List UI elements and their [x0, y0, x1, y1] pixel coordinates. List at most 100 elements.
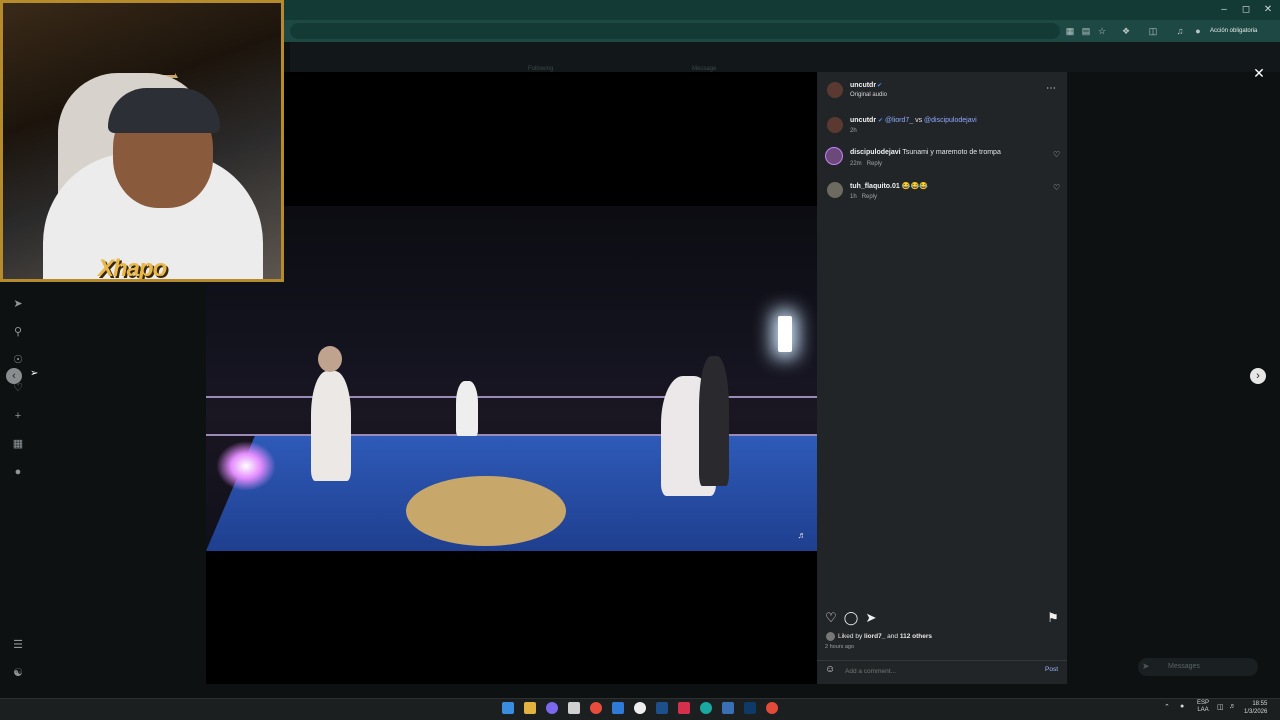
obs-icon[interactable]: [634, 702, 646, 714]
browser-alt-icon[interactable]: [766, 702, 778, 714]
steam-icon[interactable]: [656, 702, 668, 714]
author-avatar[interactable]: [827, 82, 843, 98]
volume-icon[interactable]: ♬: [1229, 703, 1236, 710]
likes-and: and: [887, 633, 899, 640]
mention-liord7[interactable]: @liord7_: [885, 117, 913, 124]
add-comment-input[interactable]: [845, 666, 1025, 676]
likes-others[interactable]: 112 others: [900, 633, 932, 640]
edge-icon[interactable]: [700, 702, 712, 714]
comment-text: Tsunami y maremoto de trompa: [902, 149, 1001, 156]
post-time: 2 hours ago: [825, 644, 855, 650]
messages-icon: ➤: [1142, 661, 1150, 671]
webcam-overlay: Xhapo: [0, 0, 284, 282]
streamer-cap: [108, 88, 220, 133]
translate-icon[interactable]: ▦: [1063, 25, 1077, 37]
next-post-button[interactable]: ›: [1250, 368, 1266, 384]
audio-label[interactable]: Original audio: [850, 92, 887, 98]
webcam-logo: Xhapo: [98, 255, 167, 282]
liker-avatar[interactable]: [826, 632, 835, 641]
dimmed-header: [290, 42, 1280, 72]
caption-username[interactable]: uncutdr: [850, 117, 876, 124]
stage-light: [216, 441, 276, 491]
liker-username[interactable]: liord7_: [864, 633, 885, 640]
extensions-icon[interactable]: ❖: [1119, 25, 1133, 37]
side-panel-icon[interactable]: ◫: [1146, 25, 1160, 37]
chrome-icon[interactable]: [590, 702, 602, 714]
app-icon[interactable]: [678, 702, 690, 714]
action-required-button[interactable]: Acción obligatoria: [1210, 24, 1276, 38]
search-icon[interactable]: ⚲: [10, 325, 26, 339]
video-frame: [206, 206, 817, 551]
wall-decor: [108, 18, 178, 78]
messages-button[interactable]: Messages: [1138, 658, 1258, 676]
comment-avatar[interactable]: [825, 147, 843, 165]
comment-avatar[interactable]: [827, 182, 843, 198]
like-comment-icon[interactable]: ♡: [1053, 150, 1060, 159]
clock-date: 1/3/2026: [1244, 709, 1268, 715]
boxer-left: [311, 371, 351, 481]
store-icon[interactable]: [568, 702, 580, 714]
ring-logo: [406, 476, 566, 546]
comment-time: 1h: [850, 194, 857, 200]
mute-icon[interactable]: ♬: [794, 530, 810, 544]
author-username[interactable]: uncutdr: [850, 82, 876, 89]
mention-discipulodejavi[interactable]: @discipulodejavi: [924, 117, 977, 124]
share-icon[interactable]: ➤: [863, 610, 879, 626]
file-explorer-icon[interactable]: [524, 702, 536, 714]
likes-prefix: Liked by: [838, 633, 863, 640]
profile-avatar-icon[interactable]: ●: [1191, 25, 1205, 37]
emoji-icon[interactable]: ☺: [825, 664, 835, 675]
menu-icon[interactable]: ☰: [10, 638, 26, 652]
comment-text: 😂😂😂: [901, 183, 928, 190]
caption-line: uncutdr ✔ @liord7_ vs @discipulodejavi: [850, 117, 977, 124]
boxer-right: [699, 356, 729, 486]
tray-expand-icon[interactable]: ⌃: [1164, 703, 1170, 711]
bookmark-star-icon[interactable]: ☆: [1095, 25, 1109, 37]
terminal-icon[interactable]: [722, 702, 734, 714]
comment-meta: 22m Reply: [850, 161, 882, 167]
post-comment-button[interactable]: Post: [1045, 666, 1058, 673]
reply-button[interactable]: Reply: [862, 194, 877, 200]
caption-time: 2h: [850, 128, 857, 134]
microphone-icon[interactable]: ●: [1180, 703, 1184, 710]
photoshop-icon[interactable]: [744, 702, 756, 714]
language-code: ESP: [1197, 700, 1210, 706]
more-options-icon[interactable]: ⋯: [1046, 83, 1056, 94]
verified-icon: ✔: [877, 83, 883, 89]
like-icon[interactable]: ♡: [823, 610, 839, 626]
corner-banner: [456, 381, 478, 436]
mail-icon[interactable]: [612, 702, 624, 714]
comment-username[interactable]: discipulodejavi: [850, 149, 901, 156]
maximize-icon[interactable]: ◻: [1236, 3, 1256, 17]
caption-avatar[interactable]: [827, 117, 843, 133]
create-icon[interactable]: +: [10, 409, 26, 423]
comment-icon[interactable]: ◯: [843, 610, 859, 626]
cast-icon[interactable]: ▤: [1079, 25, 1093, 37]
clock-time: 18:55: [1252, 701, 1268, 707]
minimize-icon[interactable]: –: [1214, 3, 1234, 17]
spot-lamp: [778, 316, 792, 352]
caption-vs: vs: [915, 117, 923, 124]
dashboard-icon[interactable]: ▦: [10, 437, 26, 451]
boxer-left-head: [318, 346, 342, 372]
network-icon[interactable]: ◫: [1217, 703, 1224, 711]
media-icon[interactable]: ♫: [1173, 25, 1187, 37]
like-comment-icon[interactable]: ♡: [1053, 183, 1060, 192]
profile-icon[interactable]: ●: [10, 465, 26, 479]
layout-code: LAA: [1197, 707, 1209, 713]
close-icon[interactable]: ✕: [1252, 66, 1266, 80]
save-bookmark-icon[interactable]: ⚑: [1045, 610, 1061, 626]
comment-line: tuh_flaquito.01 😂😂😂: [850, 182, 928, 190]
address-bar[interactable]: [290, 23, 1060, 39]
start-icon[interactable]: [502, 702, 514, 714]
clock[interactable]: 18:55 1/3/2026: [1244, 700, 1267, 716]
close-window-icon[interactable]: ✕: [1258, 3, 1278, 17]
language-indicator[interactable]: ESP LAA: [1197, 700, 1209, 714]
threads-icon[interactable]: ☯: [10, 666, 26, 680]
reply-button[interactable]: Reply: [867, 161, 882, 167]
prev-post-button[interactable]: ‹: [6, 368, 22, 384]
comment-username[interactable]: tuh_flaquito.01: [850, 183, 900, 190]
explore-icon[interactable]: ☉: [10, 353, 26, 367]
discord-icon[interactable]: [546, 702, 558, 714]
messages-nav-icon[interactable]: ➤: [10, 297, 26, 311]
